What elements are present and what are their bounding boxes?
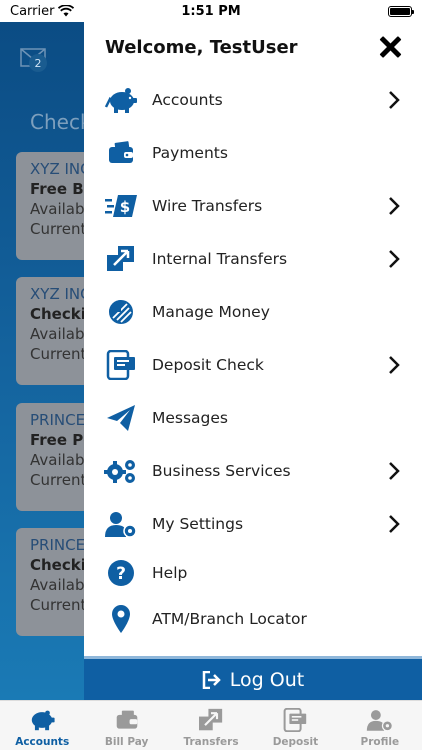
logout-button[interactable]: Log Out — [84, 656, 422, 700]
menu-item-label: Wire Transfers — [152, 197, 263, 215]
user-settings-icon — [104, 508, 138, 540]
section-title: Check — [30, 110, 92, 134]
chevron-right-icon — [389, 250, 400, 268]
mail-count-badge: 2 — [29, 54, 47, 72]
menu-item-label: My Settings — [152, 515, 244, 533]
logout-icon — [202, 670, 221, 689]
location-pin-icon — [104, 603, 138, 635]
menu-item-label: Internal Transfers — [152, 250, 288, 268]
wifi-icon — [58, 5, 75, 17]
wallet-icon — [115, 706, 139, 734]
chevron-right-icon — [389, 91, 400, 109]
piggy-bank-icon — [104, 84, 138, 116]
menu-item-help[interactable]: ? Help — [84, 551, 422, 595]
logout-label: Log Out — [229, 668, 305, 691]
menu-item-accounts[interactable]: Accounts — [84, 78, 422, 122]
menu-item-label: Accounts — [152, 91, 223, 109]
menu-item-deposit-check[interactable]: Deposit Check — [84, 343, 422, 387]
menu-item-messages[interactable]: Messages — [84, 396, 422, 440]
manage-money-icon — [104, 296, 138, 328]
close-icon[interactable] — [378, 35, 402, 59]
svg-text:?: ? — [116, 564, 126, 584]
deposit-icon — [282, 706, 308, 734]
menu-item-manage-money[interactable]: Manage Money — [84, 290, 422, 334]
menu-item-my-settings[interactable]: My Settings — [84, 502, 422, 546]
status-bar: Carrier 1:51 PM — [0, 0, 422, 22]
tab-transfers[interactable]: Transfers — [169, 701, 253, 750]
profile-icon — [366, 706, 394, 734]
menu-item-atm-branch-locator[interactable]: ATM/Branch Locator — [84, 597, 422, 641]
carrier-label: Carrier — [10, 3, 55, 19]
drawer-header: Welcome, TestUser — [84, 22, 422, 72]
help-icon: ? — [104, 557, 138, 589]
menu-item-wire-transfers[interactable]: $ Wire Transfers — [84, 184, 422, 228]
tab-label: Accounts — [15, 736, 70, 748]
menu-item-label: ATM/Branch Locator — [152, 610, 307, 628]
menu-item-internal-transfers[interactable]: Internal Transfers — [84, 237, 422, 281]
menu-item-label: Messages — [152, 409, 229, 427]
chevron-right-icon — [389, 197, 400, 215]
tab-deposit[interactable]: Deposit — [253, 701, 337, 750]
battery-icon — [388, 5, 414, 17]
internal-transfer-icon — [104, 243, 138, 275]
tab-label: Transfers — [183, 736, 239, 748]
menu-item-label: Manage Money — [152, 303, 270, 321]
chevron-right-icon — [389, 515, 400, 533]
transfer-icon — [198, 706, 224, 734]
welcome-title: Welcome, TestUser — [105, 36, 298, 58]
chevron-right-icon — [389, 462, 400, 480]
chevron-right-icon — [389, 356, 400, 374]
tab-bill-pay[interactable]: Bill Pay — [84, 701, 168, 750]
menu-item-label: Deposit Check — [152, 356, 264, 374]
menu-item-label: Payments — [152, 144, 228, 162]
side-menu-drawer: Welcome, TestUser Accounts Payments $ Wi… — [84, 22, 422, 700]
tab-label: Profile — [360, 736, 400, 748]
menu-item-label: Business Services — [152, 462, 291, 480]
tab-accounts[interactable]: Accounts — [0, 701, 84, 750]
menu-item-business-services[interactable]: Business Services — [84, 449, 422, 493]
tab-bar: Accounts Bill Pay Transfers Deposit Prof… — [0, 700, 422, 750]
deposit-check-icon — [104, 349, 138, 381]
tab-label: Bill Pay — [104, 736, 149, 748]
wallet-icon — [104, 137, 138, 169]
tab-profile[interactable]: Profile — [338, 701, 422, 750]
piggy-bank-icon — [28, 706, 56, 734]
tab-label: Deposit — [272, 736, 319, 748]
svg-text:$: $ — [120, 198, 130, 216]
wire-transfer-icon: $ — [104, 190, 138, 222]
paper-plane-icon — [104, 402, 138, 434]
gears-icon — [104, 455, 138, 487]
menu-item-label: Help — [152, 564, 188, 582]
menu-item-payments[interactable]: Payments — [84, 131, 422, 175]
